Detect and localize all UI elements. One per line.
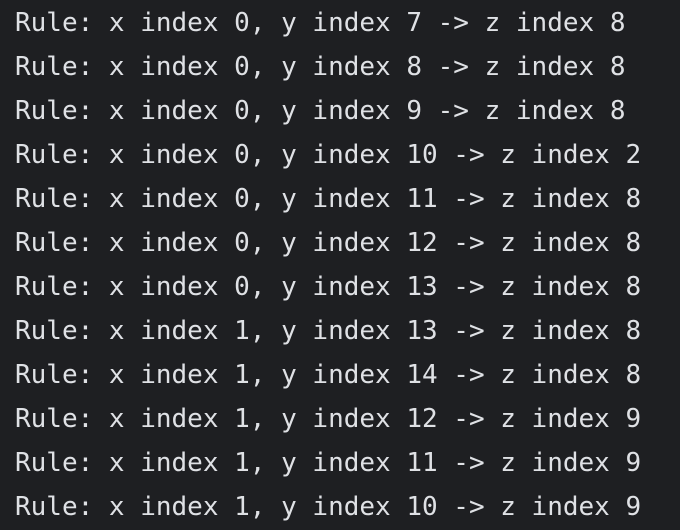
console-line: Rule: x index 1, y index 10 -> z index 9 (15, 492, 642, 522)
console-line: Rule: x index 0, y index 13 -> z index 8 (15, 272, 642, 302)
console-line: Rule: x index 0, y index 7 -> z index 8 (15, 8, 626, 38)
console-line: Rule: x index 0, y index 8 -> z index 8 (15, 52, 626, 82)
console-line: Rule: x index 0, y index 12 -> z index 8 (15, 228, 642, 258)
console-line: Rule: x index 1, y index 12 -> z index 9 (15, 404, 642, 434)
console-output: Rule: x index 0, y index 7 -> z index 8 … (0, 0, 680, 530)
console-line: Rule: x index 1, y index 14 -> z index 8 (15, 360, 642, 390)
console-line: Rule: x index 0, y index 11 -> z index 8 (15, 184, 642, 214)
console-line: Rule: x index 1, y index 11 -> z index 9 (15, 448, 642, 478)
console-line: Rule: x index 1, y index 13 -> z index 8 (15, 316, 642, 346)
console-line: Rule: x index 0, y index 9 -> z index 8 (15, 96, 626, 126)
console-line: Rule: x index 0, y index 10 -> z index 2 (15, 140, 642, 170)
